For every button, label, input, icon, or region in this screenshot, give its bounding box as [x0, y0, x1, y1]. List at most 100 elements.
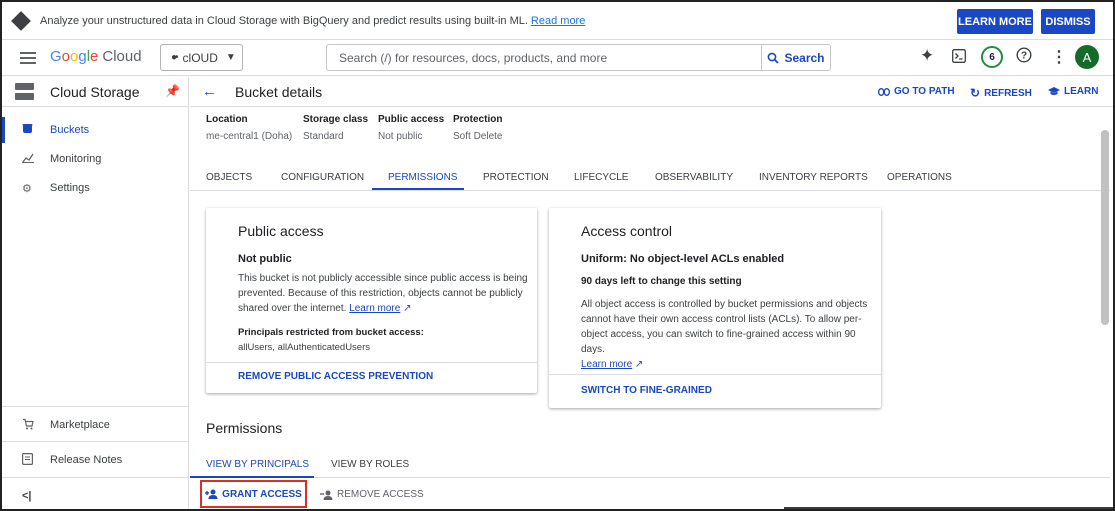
project-selector[interactable]: ●• clOUD ▼ [160, 44, 243, 71]
days-left-text: 90 days left to change this setting [581, 276, 742, 287]
meta-public-access-value: Not public [378, 131, 423, 142]
sidebar: Cloud Storage 📌 Buckets Monitoring ⚙ Set… [2, 77, 189, 509]
tab-permissions[interactable]: PERMISSIONS [388, 172, 457, 183]
tab-configuration[interactable]: CONFIGURATION [281, 172, 364, 183]
dismiss-button[interactable]: DISMISS [1041, 9, 1095, 34]
sidebar-item-release-notes[interactable]: Release Notes [2, 447, 189, 473]
description-line: All object access is controlled by bucke… [581, 299, 868, 310]
refresh-icon: ↻ [970, 86, 981, 100]
notes-icon [22, 452, 34, 468]
tab-inventory-reports[interactable]: INVENTORY REPORTS [759, 172, 868, 183]
refresh-button[interactable]: ↻ REFRESH [970, 86, 1032, 100]
meta-public-access-label: Public access [378, 114, 445, 125]
card-title: Access control [581, 223, 673, 239]
banner-diamond-icon [11, 10, 31, 31]
bottom-overlay-bar [784, 507, 1113, 509]
collapse-sidebar-button[interactable]: <| [2, 483, 189, 509]
promo-banner: Analyze your unstructured data in Cloud … [2, 2, 1113, 40]
grant-access-label: GRANT ACCESS [222, 488, 302, 500]
meta-storage-class-label: Storage class [303, 114, 369, 125]
bucket-icon [22, 123, 33, 137]
sidebar-header: Cloud Storage 📌 [2, 77, 189, 107]
tab-lifecycle[interactable]: LIFECYCLE [574, 172, 628, 183]
tab-protection[interactable]: PROTECTION [483, 172, 549, 183]
access-control-description: All object access is controlled by bucke… [581, 297, 881, 372]
storage-icon [15, 83, 34, 100]
switch-to-fine-grained-button[interactable]: SWITCH TO FINE-GRAINED [581, 385, 712, 396]
card-divider [206, 362, 537, 363]
sidebar-item-buckets[interactable]: Buckets [2, 117, 189, 143]
menu-icon[interactable] [20, 52, 36, 67]
access-control-card: Access control Uniform: No object-level … [549, 208, 881, 408]
tab-observability[interactable]: OBSERVABILITY [655, 172, 733, 183]
page-title: Bucket details [235, 84, 323, 100]
avatar[interactable]: A [1075, 45, 1099, 69]
sidebar-item-label: Monitoring [50, 153, 102, 165]
external-link-icon: ↗ [634, 359, 644, 370]
add-person-icon [205, 489, 218, 499]
tab-objects[interactable]: OBJECTS [206, 172, 252, 183]
sidebar-item-settings[interactable]: ⚙ Settings [2, 175, 189, 201]
go-to-path-button[interactable]: GO TO PATH [878, 86, 955, 97]
cloud-shell-icon[interactable] [952, 49, 966, 67]
public-access-card: Public access Not public This bucket is … [206, 208, 537, 393]
sidebar-title: Cloud Storage [50, 84, 140, 100]
description-line: prevented. Because of this restriction, … [238, 288, 523, 299]
card-divider [549, 374, 881, 375]
banner-message: Analyze your unstructured data in Cloud … [40, 15, 585, 27]
meta-location-value: me-central1 (Doha) [206, 131, 293, 142]
public-access-description: This bucket is not publicly accessible s… [238, 271, 528, 316]
chart-icon [22, 153, 34, 166]
learn-label: LEARN [1064, 86, 1099, 97]
sidebar-item-monitoring[interactable]: Monitoring [2, 146, 189, 172]
collapse-icon: <| [22, 490, 32, 502]
description-text: shared over the internet. [238, 303, 347, 314]
learn-more-button[interactable]: LEARN MORE [957, 9, 1033, 34]
remove-access-button[interactable]: REMOVE ACCESS [320, 489, 424, 500]
tab-operations[interactable]: OPERATIONS [887, 172, 952, 183]
banner-text: Analyze your unstructured data in Cloud … [40, 14, 528, 27]
search-button[interactable]: Search [761, 45, 830, 70]
remove-access-label: REMOVE ACCESS [337, 489, 424, 500]
logo-letter: G [50, 48, 62, 65]
sidebar-divider [2, 406, 189, 407]
search-input[interactable]: Search (/) for resources, docs, products… [327, 51, 761, 65]
gemini-sparkle-icon[interactable]: ✦ [920, 46, 934, 66]
learn-more-link[interactable]: Learn more [349, 303, 400, 314]
vertical-scrollbar[interactable] [1101, 130, 1109, 325]
access-control-status: Uniform: No object-level ACLs enabled [581, 253, 785, 265]
sidebar-item-label: Release Notes [50, 454, 123, 466]
chevron-down-icon: ▼ [225, 52, 236, 63]
app-window: Analyze your unstructured data in Cloud … [0, 0, 1115, 511]
learn-more-link[interactable]: Learn more [581, 359, 632, 370]
remove-public-access-prevention-button[interactable]: REMOVE PUBLIC ACCESS PREVENTION [238, 371, 433, 382]
description-line: shared over the internet. Learn more ↗ [238, 301, 528, 316]
active-tab-indicator [372, 188, 464, 190]
more-vert-icon[interactable]: ⋮ [1051, 47, 1067, 67]
public-access-status: Not public [238, 253, 292, 265]
logo-letter: g [78, 48, 87, 65]
learn-button[interactable]: LEARN [1048, 86, 1098, 97]
sidebar-item-marketplace[interactable]: Marketplace [2, 412, 189, 438]
help-icon[interactable]: ? [1016, 47, 1032, 67]
remove-person-icon [320, 490, 333, 500]
description-line: Learn more ↗ [581, 357, 881, 372]
link-icon [878, 87, 890, 96]
notifications-badge[interactable]: 6 [981, 46, 1003, 68]
search-bar[interactable]: Search (/) for resources, docs, products… [326, 44, 831, 71]
banner-read-more-link[interactable]: Read more [531, 15, 585, 27]
meta-protection-value: Soft Delete [453, 131, 503, 142]
logo-letter: e [90, 48, 99, 65]
principals-value: allUsers, allAuthenticatedUsers [238, 342, 371, 353]
sidebar-item-label: Marketplace [50, 419, 110, 431]
google-cloud-logo[interactable]: Google Cloud [50, 48, 142, 65]
back-arrow-icon[interactable]: ← [202, 83, 217, 100]
go-to-path-label: GO TO PATH [894, 86, 955, 97]
meta-storage-class-value: Standard [303, 131, 344, 142]
svg-text:?: ? [1021, 51, 1027, 62]
tab-view-by-principals[interactable]: VIEW BY PRINCIPALS [206, 459, 309, 470]
pin-icon[interactable]: 📌 [165, 84, 180, 98]
grant-access-button[interactable]: GRANT ACCESS [200, 480, 307, 508]
sidebar-item-label: Settings [50, 182, 90, 194]
tab-view-by-roles[interactable]: VIEW BY ROLES [331, 459, 409, 470]
